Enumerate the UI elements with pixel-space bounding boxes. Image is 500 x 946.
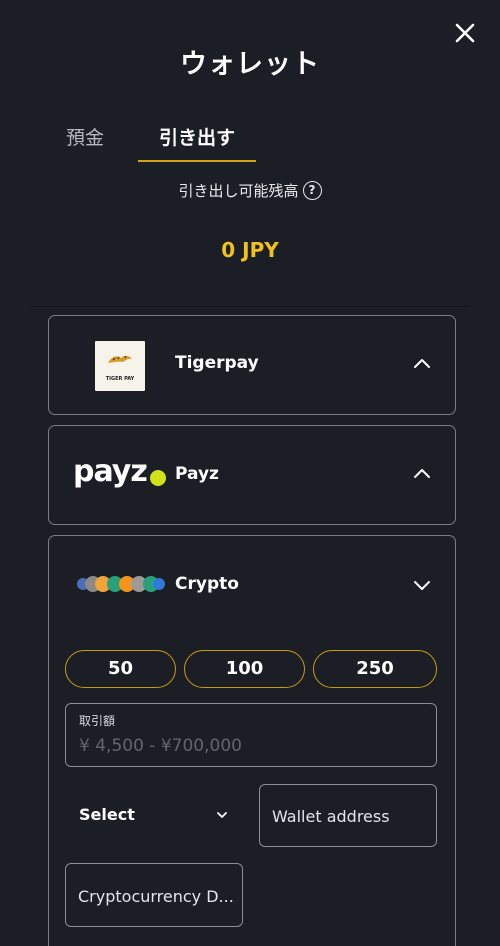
tab-deposit[interactable]: 預金 [60, 120, 110, 162]
method-name: Crypto [175, 574, 239, 594]
currency-select-value: Select [79, 805, 135, 824]
chevron-up-icon[interactable] [411, 463, 433, 485]
chevron-down-icon [217, 812, 227, 818]
balance-value: 0 JPY [221, 238, 279, 262]
chevron-down-icon[interactable] [411, 574, 433, 596]
method-card-payz[interactable]: payz Payz [48, 425, 456, 525]
currency-select[interactable]: Select [65, 790, 245, 840]
crypto-destination-input[interactable] [78, 887, 238, 906]
wallet-tabs: 預金 引き出す [0, 120, 500, 164]
wallet-address-field[interactable] [259, 784, 437, 847]
balance-label-text: 引き出し可能残高 [178, 182, 299, 200]
wallet-address-input[interactable] [272, 807, 430, 826]
quick-amount-button[interactable]: 100 [184, 650, 305, 688]
amount-field[interactable]: 取引額 [65, 703, 437, 767]
withdrawable-balance-label: 引き出し可能残高? [0, 180, 500, 201]
method-name: Tigerpay [175, 353, 259, 373]
payz-logo-dot [150, 470, 166, 486]
amount-input[interactable] [79, 736, 419, 756]
crypto-coins-logo [77, 574, 165, 594]
payz-logo: payz [73, 454, 148, 489]
page-title: ウォレット [180, 49, 320, 80]
tigerpay-logo: TIGER PAY [95, 341, 145, 391]
help-icon[interactable]: ? [302, 181, 322, 200]
tigerpay-logo-text: TIGER PAY [105, 376, 135, 382]
tab-withdraw[interactable]: 引き出す [138, 120, 256, 162]
crypto-destination-field[interactable] [65, 863, 243, 927]
chevron-up-icon[interactable] [411, 353, 433, 375]
method-name: Payz [175, 464, 219, 484]
quick-amount-button[interactable]: 250 [313, 650, 437, 688]
amount-field-label: 取引額 [79, 714, 116, 728]
tiger-mark-icon [108, 355, 132, 363]
quick-amount-button[interactable]: 50 [65, 650, 176, 688]
method-card-tigerpay[interactable]: TIGER PAY Tigerpay [48, 315, 456, 415]
